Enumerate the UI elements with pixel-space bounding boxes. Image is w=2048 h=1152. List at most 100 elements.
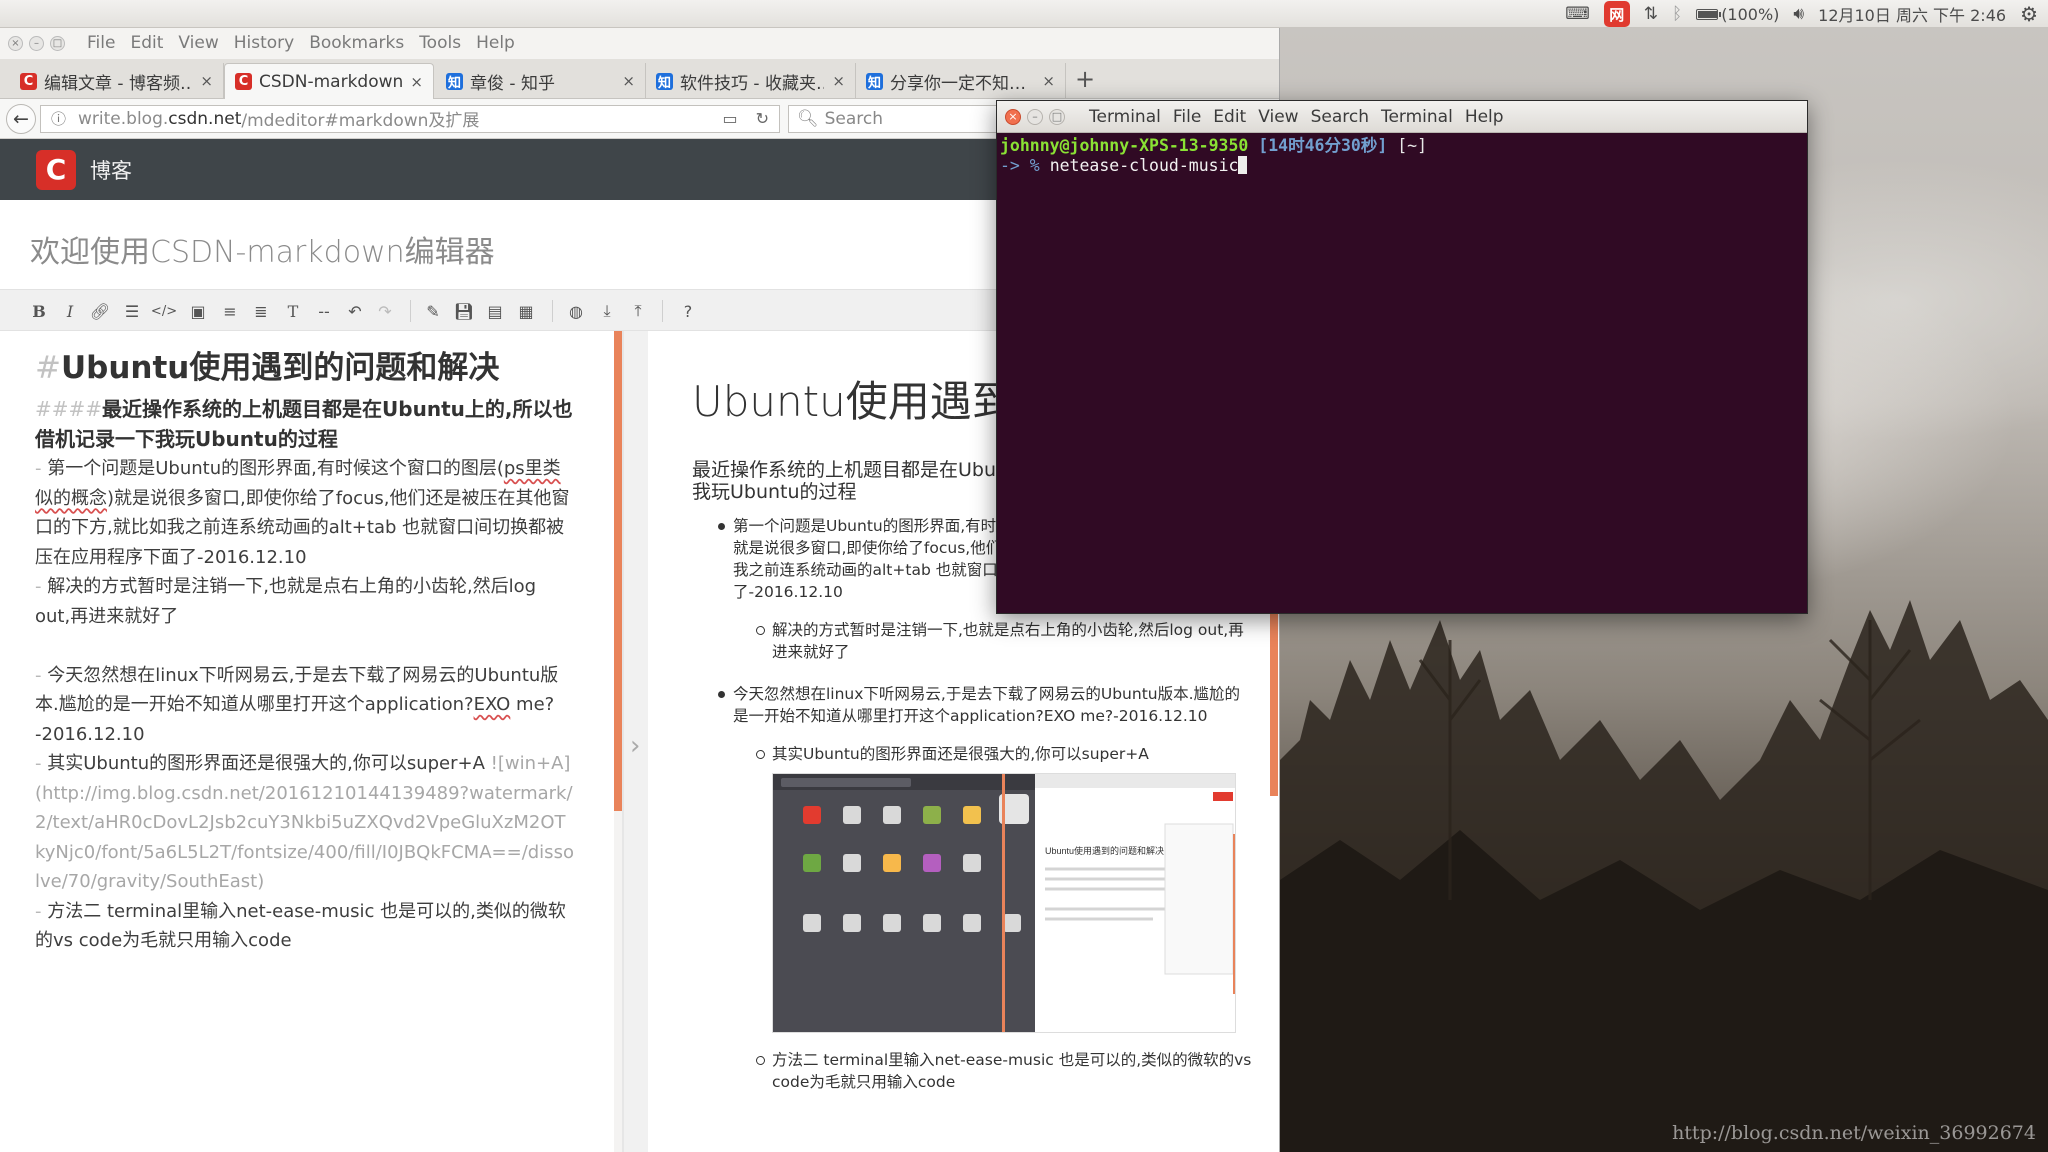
- help-icon[interactable]: ?: [677, 300, 699, 322]
- terminal-menu-view[interactable]: View: [1258, 107, 1298, 127]
- import-icon[interactable]: ⤓: [596, 300, 618, 322]
- source-heading-1: #Ubuntu使用遇到的问题和解决: [35, 346, 575, 390]
- source-heading-4: ####最近操作系统的上机题目都是在Ubuntu上的,所以也借机记录一下我玩Ub…: [35, 394, 575, 454]
- embedded-screenshot-image: Ubuntu使用遇到的问题和解决: [772, 773, 1236, 1033]
- info-icon[interactable]: ⓘ: [51, 108, 66, 129]
- source-line-1: - 第一个问题是Ubuntu的图形界面,有时候这个窗口的图层(ps里类似的概念)…: [35, 454, 575, 572]
- bluetooth-icon[interactable]: ᛒ: [1672, 2, 1682, 26]
- terminal-output[interactable]: johnny@johnny-XPS-13-9350 [14时46分30秒] [~…: [997, 133, 1807, 179]
- command-text: netease-cloud-music: [1049, 156, 1239, 175]
- editor-scrollbar[interactable]: [614, 331, 622, 811]
- image-icon[interactable]: ▣: [187, 300, 209, 322]
- url-host: csdn.net: [168, 108, 242, 129]
- heading-icon[interactable]: T: [282, 300, 304, 322]
- maximize-window-button[interactable]: □: [50, 35, 65, 51]
- tab-close-icon[interactable]: ×: [1042, 72, 1055, 90]
- gear-icon[interactable]: ⚙: [2020, 2, 2038, 26]
- list-mark: -: [35, 576, 48, 597]
- terminal-maximize-button[interactable]: □: [1049, 108, 1065, 125]
- source-line-4: - 其实Ubuntu的图形界面还是很强大的,你可以super+A ![win+A…: [35, 749, 575, 897]
- network-transfer-icon[interactable]: ⇅: [1644, 2, 1658, 26]
- terminal-minimize-button[interactable]: –: [1027, 108, 1043, 125]
- h1-text: Ubuntu使用遇到的问题和解决: [60, 350, 500, 386]
- prompt-dir: [~]: [1397, 136, 1428, 155]
- toolbar-divider: [662, 300, 663, 322]
- battery-icon: [1696, 8, 1722, 20]
- terminal-menu-terminal[interactable]: Terminal: [1381, 107, 1453, 127]
- menu-file[interactable]: File: [87, 33, 115, 53]
- quote-icon[interactable]: ☰: [121, 300, 143, 322]
- undo-icon[interactable]: ↶: [344, 300, 366, 322]
- csdn-logo[interactable]: C: [36, 149, 76, 190]
- menu-help[interactable]: Help: [476, 33, 515, 53]
- url-bar[interactable]: ⓘ write.blog. csdn.net/mdeditor#markdown及…: [40, 104, 780, 133]
- spellcheck-text: EXO: [473, 694, 511, 715]
- menu-history[interactable]: History: [234, 33, 294, 53]
- tab-zhihu-collection[interactable]: 知 软件技巧 - 收藏夹… ×: [646, 63, 856, 99]
- csdn-favicon-icon: C: [235, 73, 252, 90]
- link-icon[interactable]: 🔗︎: [89, 300, 111, 322]
- list-mark: -: [35, 664, 48, 686]
- battery-indicator[interactable]: (100%): [1696, 5, 1779, 24]
- minimize-window-button[interactable]: –: [29, 35, 44, 51]
- clock[interactable]: 12月10日 周六 下午 2:46: [1818, 2, 2006, 26]
- preview-sub-list-item: 方法二 terminal里输入net-ease-music 也是可以的,类似的微…: [692, 1049, 1252, 1093]
- markdown-editor-pane[interactable]: #Ubuntu使用遇到的问题和解决 ####最近操作系统的上机题目都是在Ubun…: [0, 331, 614, 1152]
- globe-icon[interactable]: ◍: [565, 300, 587, 322]
- list-mark: -: [35, 753, 48, 774]
- close-window-button[interactable]: ×: [8, 35, 23, 51]
- unordered-list-icon[interactable]: ≣: [250, 300, 272, 322]
- tab-close-icon[interactable]: ×: [200, 72, 213, 90]
- h4-text: 最近操作系统的上机题目都是在Ubuntu上的,所以也借机记录一下我玩Ubuntu…: [35, 397, 573, 451]
- keyboard-icon[interactable]: ⌨: [1565, 2, 1590, 26]
- blog-link[interactable]: 博客: [90, 155, 132, 185]
- tab-edit-article[interactable]: C 编辑文章 - 博客频… ×: [10, 63, 224, 99]
- terminal-menu-search[interactable]: Search: [1311, 107, 1369, 127]
- system-tray: ⌨ 网 ⇅ ᛒ (100%) 🔊︎ 12月10日 周六 下午 2:46 ⚙: [1565, 0, 2048, 28]
- csdn-favicon-icon: C: [20, 72, 37, 90]
- menu-bookmarks[interactable]: Bookmarks: [309, 33, 404, 53]
- italic-icon[interactable]: I: [59, 300, 81, 322]
- reload-icon[interactable]: ↻: [756, 109, 769, 128]
- prompt-time: [14时46分30秒]: [1258, 136, 1388, 155]
- redo-icon[interactable]: ↷: [374, 300, 396, 322]
- tab-close-icon[interactable]: ×: [410, 73, 423, 91]
- terminal-menu-edit[interactable]: Edit: [1213, 107, 1246, 127]
- save-icon[interactable]: 💾︎: [453, 300, 475, 322]
- back-button[interactable]: ←: [6, 103, 36, 134]
- source-line-2: - 解决的方式暂时是注销一下,也就是点右上角的小齿轮,然后log out,再进来…: [35, 572, 575, 631]
- tab-csdn-markdown[interactable]: C CSDN-markdown… ×: [224, 63, 434, 99]
- h4-markdown-mark: ####: [35, 397, 103, 421]
- new-tab-button[interactable]: +: [1070, 65, 1100, 93]
- terminal-window[interactable]: × – □ Terminal File Edit View Search Ter…: [996, 100, 1808, 614]
- volume-icon[interactable]: 🔊︎: [1793, 2, 1804, 26]
- netease-music-tray-icon[interactable]: 网: [1603, 1, 1630, 27]
- chevron-right-icon[interactable]: ›: [630, 731, 640, 761]
- line-text: 方法二 terminal里输入net-ease-music 也是可以的,类似的微…: [35, 900, 566, 952]
- menu-tools[interactable]: Tools: [419, 33, 461, 53]
- screenshot-thumbnail: Ubuntu使用遇到的问题和解决: [773, 774, 1235, 1032]
- edit-icon[interactable]: ✎: [422, 300, 444, 322]
- terminal-menu-file[interactable]: File: [1173, 107, 1201, 127]
- document-icon[interactable]: ▤: [484, 300, 506, 322]
- horizontal-rule-icon[interactable]: --: [313, 300, 335, 322]
- bold-icon[interactable]: B: [28, 300, 50, 322]
- terminal-menu-help[interactable]: Help: [1465, 107, 1504, 127]
- reader-view-icon[interactable]: ▭: [722, 109, 737, 128]
- battery-percent: (100%): [1721, 4, 1780, 24]
- code-icon[interactable]: </>: [151, 300, 177, 322]
- export-icon[interactable]: ⤒: [627, 300, 649, 322]
- terminal-close-button[interactable]: ×: [1005, 108, 1021, 125]
- markdown-source[interactable]: #Ubuntu使用遇到的问题和解决 ####最近操作系统的上机题目都是在Ubun…: [35, 346, 575, 956]
- tab-title: 编辑文章 - 博客频…: [44, 73, 193, 94]
- menu-view[interactable]: View: [178, 33, 218, 53]
- tab-close-icon[interactable]: ×: [622, 72, 635, 90]
- menu-edit[interactable]: Edit: [130, 33, 163, 53]
- tab-zhihu-share[interactable]: 知 分享你一定不知… ×: [856, 63, 1066, 99]
- line-text: 第一个问题是Ubuntu的图形界面,有时候这个窗口的图层(: [47, 458, 504, 479]
- terminal-titlebar[interactable]: × – □ Terminal File Edit View Search Ter…: [997, 101, 1807, 133]
- tab-close-icon[interactable]: ×: [832, 72, 845, 90]
- ordered-list-icon[interactable]: ≡: [219, 300, 241, 322]
- tab-zhihu-profile[interactable]: 知 章俊 - 知乎 ×: [436, 63, 646, 99]
- template-icon[interactable]: ▦: [515, 300, 537, 322]
